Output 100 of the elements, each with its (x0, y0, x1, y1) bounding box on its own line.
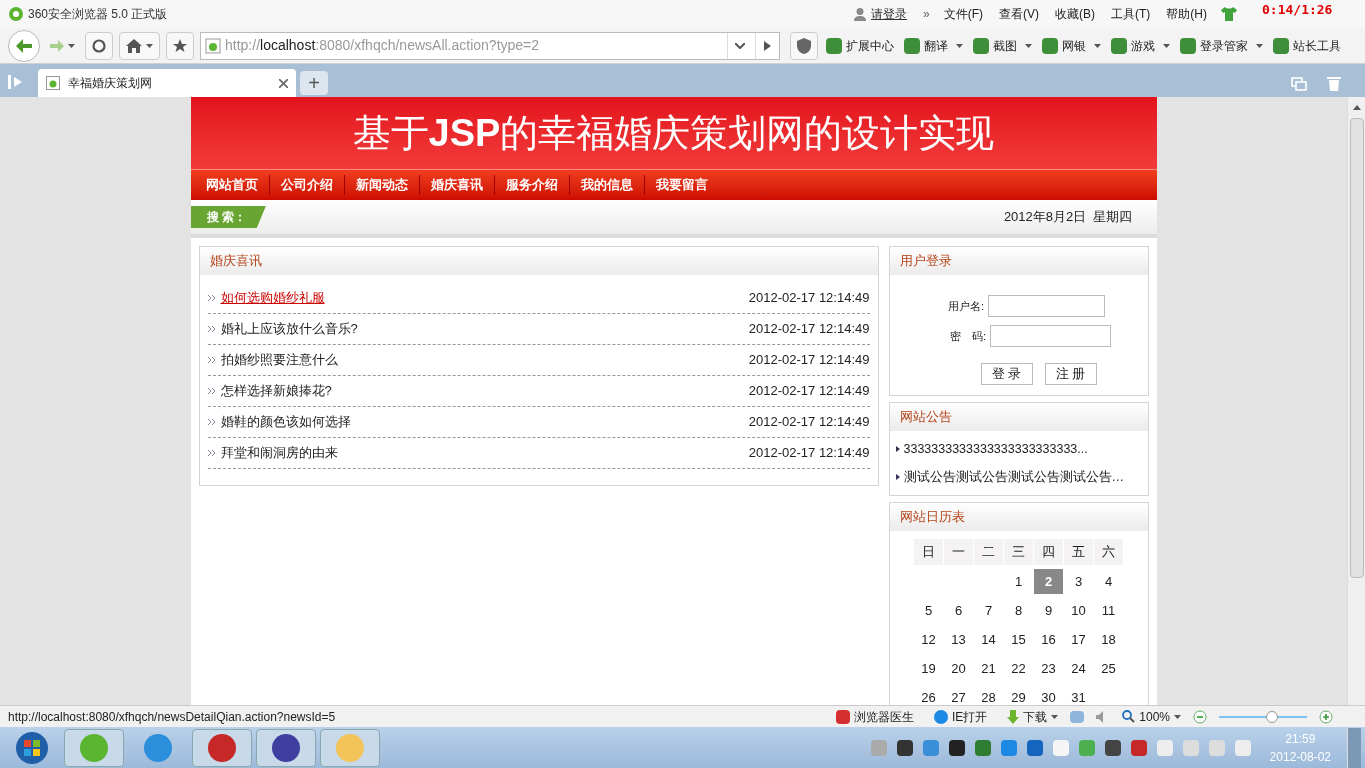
minus-icon[interactable] (1193, 709, 1207, 724)
tray-icon[interactable] (948, 739, 965, 756)
home-button[interactable] (119, 31, 160, 60)
zoom-slider[interactable] (1219, 710, 1307, 723)
slider-thumb[interactable] (1265, 710, 1278, 723)
calendar-day[interactable]: 19 (914, 656, 943, 681)
calendar-day[interactable]: 25 (1094, 656, 1123, 681)
calendar-day[interactable]: 14 (974, 627, 1003, 652)
menu-item[interactable]: 文件(F) (937, 5, 989, 23)
down-arrow-icon (1007, 709, 1020, 724)
news-link[interactable]: 婚礼上应该放什么音乐? (220, 319, 749, 339)
calendar-day[interactable]: 12 (914, 627, 943, 652)
close-icon[interactable] (279, 78, 288, 88)
taskbar-app-button[interactable] (192, 728, 252, 767)
notice-link[interactable]: 3333333333333333333333333... (903, 439, 1088, 459)
browser-tab[interactable]: 幸福婚庆策划网 (38, 69, 296, 97)
calendar-day[interactable]: 28 (974, 685, 1003, 705)
calendar-day[interactable]: 16 (1034, 627, 1063, 652)
calendar-day[interactable]: 27 (944, 685, 973, 705)
news-link[interactable]: 如何选购婚纱礼服 (220, 288, 749, 308)
register-button[interactable]: 注 册 (1044, 363, 1097, 385)
zoom-button[interactable]: 100% (1122, 707, 1181, 726)
menu-item[interactable]: 查看(V) (993, 5, 1045, 23)
nav-link[interactable]: 我要留言 (644, 175, 719, 195)
login-link[interactable]: 请登录 (871, 5, 907, 23)
calendar-day[interactable]: 4 (1094, 569, 1123, 594)
calendar-day[interactable]: 17 (1064, 627, 1093, 652)
calendar-day[interactable]: 30 (1034, 685, 1063, 705)
calendar-day[interactable]: 1 (1004, 569, 1033, 594)
news-link[interactable]: 拍婚纱照要注意什么 (220, 350, 749, 370)
notice-link[interactable]: 测试公告测试公告测试公告测试公告… (903, 467, 1124, 487)
shirt-icon[interactable] (1221, 7, 1237, 21)
show-desktop-button[interactable] (1347, 727, 1361, 768)
page-icon (205, 37, 221, 54)
toolbar-button[interactable]: 站长工具 (1271, 36, 1343, 55)
new-tab-button[interactable]: + (300, 71, 328, 95)
calendar-day[interactable]: 2 (1034, 569, 1063, 594)
calendar-day[interactable]: 10 (1064, 598, 1093, 623)
recording-timer: 0:14/1:26 (1262, 1, 1333, 19)
calendar-day[interactable]: 13 (944, 627, 973, 652)
calendar-day[interactable]: 23 (1034, 656, 1063, 681)
shield-button[interactable] (790, 31, 818, 60)
tray-icon[interactable] (1104, 739, 1121, 756)
plus-icon[interactable] (1319, 709, 1333, 724)
nav-link[interactable]: 新闻动态 (344, 175, 419, 195)
calendar-day[interactable]: 31 (1064, 685, 1093, 705)
toolbar-button[interactable]: 登录管家 (1178, 36, 1265, 55)
favorite-button[interactable] (166, 31, 194, 60)
calendar-day[interactable]: 26 (914, 685, 943, 705)
download-button[interactable]: 下载 (1007, 707, 1059, 726)
nav-link[interactable]: 网站首页 (194, 175, 269, 195)
login-button[interactable]: 登 录 (980, 363, 1033, 385)
nav-link[interactable]: 婚庆喜讯 (419, 175, 494, 195)
windows-icon[interactable] (1291, 77, 1307, 91)
news-link[interactable]: 怎样选择新娘捧花? (220, 381, 749, 401)
nav-link[interactable]: 公司介绍 (269, 175, 344, 195)
tool-icon (1111, 37, 1127, 54)
calendar-day[interactable]: 5 (914, 598, 943, 623)
calendar-day[interactable]: 29 (1004, 685, 1033, 705)
site-title: 基于JSP的幸福婚庆策划网的设计实现 (352, 110, 995, 156)
browser-logo-icon (8, 6, 24, 22)
calendar-day[interactable]: 6 (944, 598, 973, 623)
calendar-day[interactable]: 8 (1004, 598, 1033, 623)
nav-link[interactable]: 我的信息 (569, 175, 644, 195)
back-button[interactable] (8, 29, 40, 62)
toolbar-button[interactable]: 翻译 (902, 36, 965, 55)
scrollbar[interactable] (1347, 97, 1365, 705)
menu-item[interactable]: 工具(T) (1105, 5, 1157, 23)
address-field[interactable]: http://localhost:8080/xfhqch/newsAll.action?type=2 (200, 31, 780, 60)
toolbar-button[interactable]: 截图 (971, 36, 1034, 55)
calendar-day[interactable]: 21 (974, 656, 1003, 681)
toolbar-button[interactable]: 扩展中心 (824, 36, 896, 55)
calendar-day[interactable]: 24 (1064, 656, 1093, 681)
menu-item[interactable]: 帮助(H) (1160, 5, 1213, 23)
toolbar-button[interactable]: 网银 (1040, 36, 1103, 55)
tray-icon[interactable] (896, 739, 913, 756)
caret-icon (956, 43, 963, 48)
refresh-button[interactable] (85, 31, 113, 60)
nav-link[interactable]: 服务介绍 (494, 175, 569, 195)
toolbar-button[interactable]: 游戏 (1109, 36, 1172, 55)
search-label: 搜 索： (190, 206, 266, 228)
doctor-button[interactable]: 浏览器医生 (835, 707, 914, 726)
news-link[interactable]: 婚鞋的颜色该如何选择 (220, 412, 749, 432)
calendar-day[interactable]: 20 (944, 656, 973, 681)
calendar-day[interactable]: 15 (1004, 627, 1033, 652)
news-link[interactable]: 拜堂和闹洞房的由来 (220, 443, 749, 463)
calendar-day[interactable]: 18 (1094, 627, 1123, 652)
calendar-day[interactable]: 9 (1034, 598, 1063, 623)
calendar-day[interactable]: 3 (1064, 569, 1093, 594)
username-field[interactable] (988, 295, 1106, 317)
calendar-day[interactable]: 7 (974, 598, 1003, 623)
menu-item[interactable]: 收藏(B) (1049, 5, 1101, 23)
ie-open-button[interactable]: IE打开 (933, 707, 988, 726)
news-date: 2012-02-17 12:14:49 (748, 351, 870, 370)
calendar-day[interactable]: 22 (1004, 656, 1033, 681)
password-field[interactable] (990, 325, 1112, 347)
trash-icon[interactable] (1327, 75, 1341, 91)
scroll-up-icon[interactable] (1352, 105, 1361, 110)
taskbar-app-button[interactable] (256, 728, 316, 767)
calendar-day[interactable]: 11 (1094, 598, 1123, 623)
